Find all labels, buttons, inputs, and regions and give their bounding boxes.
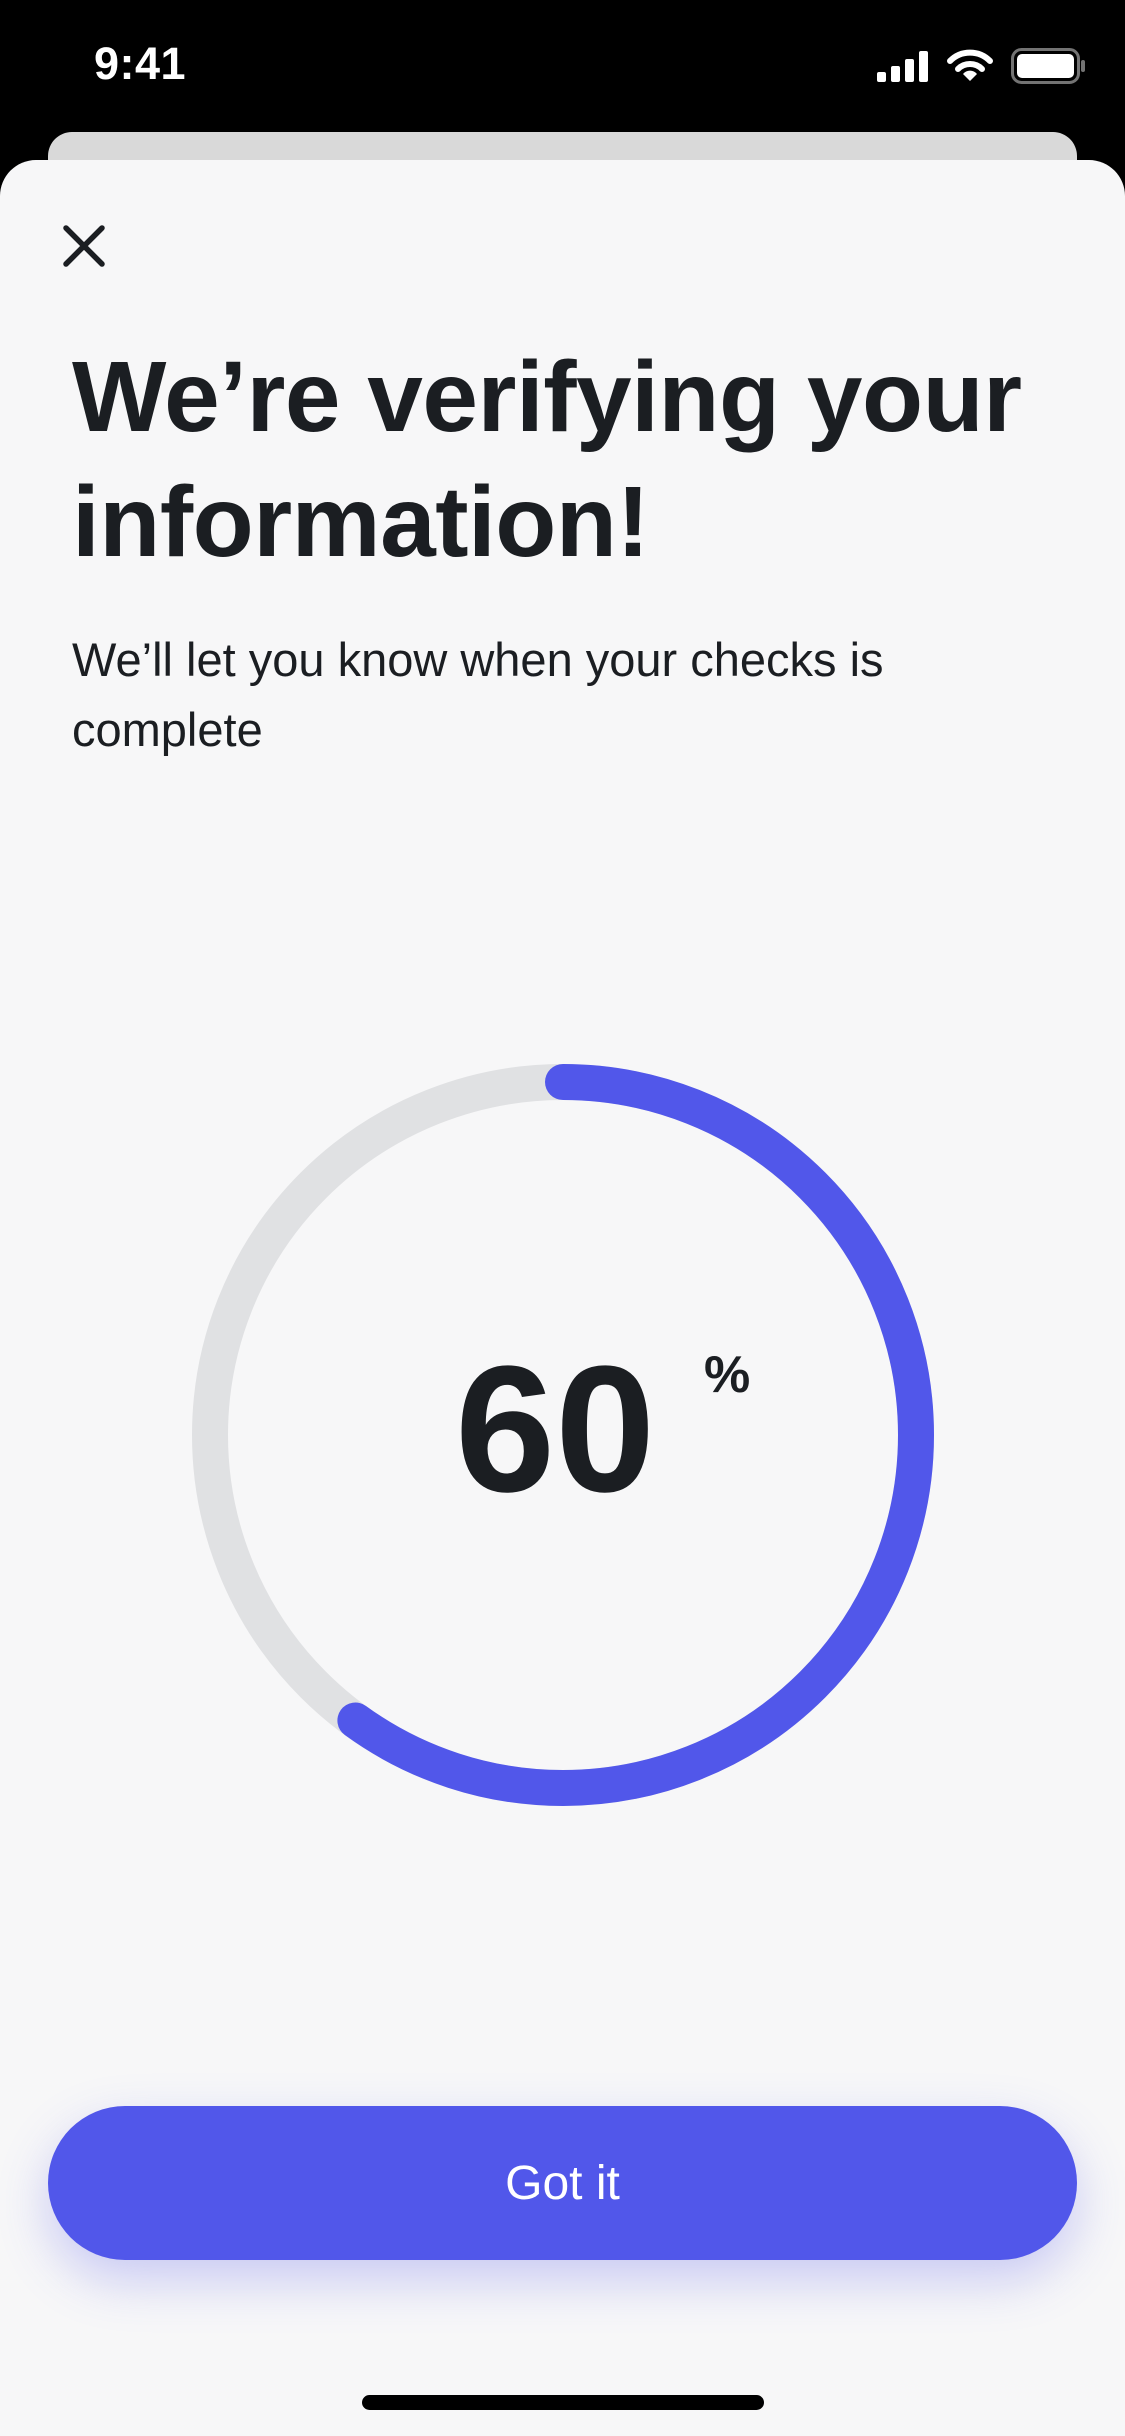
- close-button[interactable]: [54, 216, 114, 276]
- home-indicator: [362, 2395, 764, 2410]
- page-title: We’re verifying your information!: [72, 341, 1022, 578]
- progress-unit: %: [704, 1346, 751, 1404]
- progress-value: 60: [455, 1329, 656, 1530]
- verification-screen: 9:41 We’re verifying your information! W…: [0, 0, 1125, 2436]
- status-icons: [877, 48, 1087, 89]
- close-icon: [63, 225, 105, 267]
- status-bar: 9:41: [0, 0, 1125, 132]
- got-it-button[interactable]: Got it: [48, 2106, 1077, 2260]
- status-time: 9:41: [94, 38, 187, 89]
- battery-icon: [1011, 48, 1087, 89]
- wifi-icon: [947, 49, 993, 88]
- cellular-signal-icon: [877, 50, 929, 87]
- page-subtitle: We’ll let you know when your checks is c…: [72, 633, 884, 756]
